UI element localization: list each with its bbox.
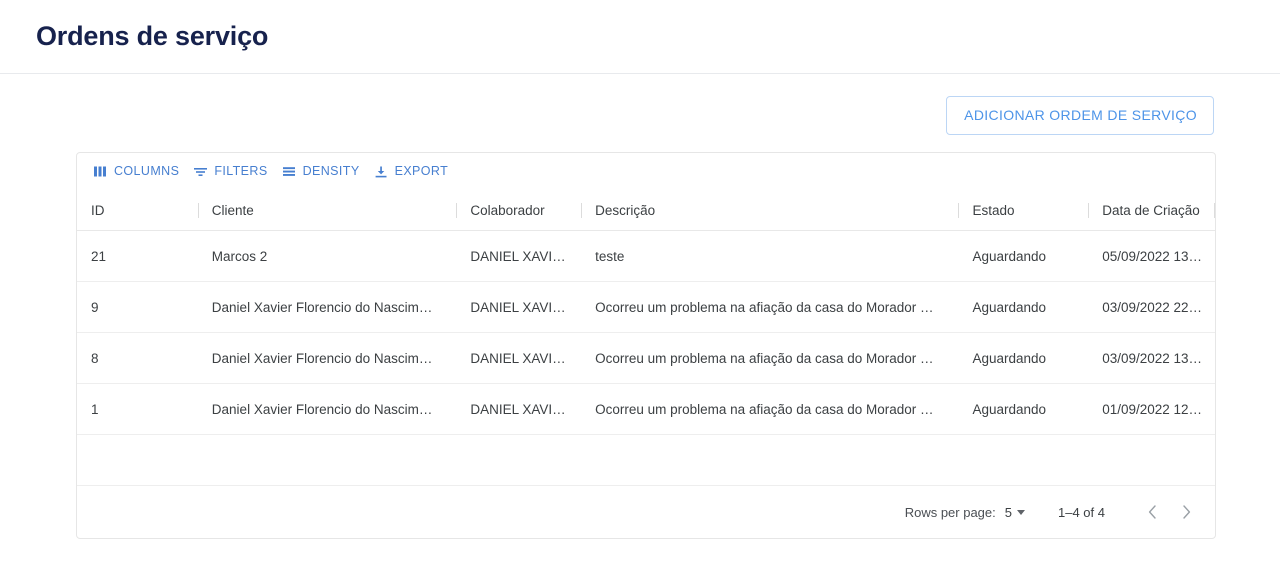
- pagination-range-label: 1–4 of 4: [1058, 504, 1105, 520]
- page-header: Ordens de serviço: [0, 0, 1280, 74]
- export-icon: [374, 164, 389, 179]
- chevron-down-icon: [1017, 509, 1025, 515]
- cell-colaborador: DANIEL XAVI…: [470, 350, 566, 366]
- cell-data: 03/09/2022 13…: [1102, 350, 1203, 366]
- table-row[interactable]: 21 Marcos 2 DANIEL XAVI… teste Aguardand…: [77, 231, 1215, 282]
- table-row-empty: [77, 435, 1215, 486]
- density-icon: [282, 164, 297, 179]
- cell-id: 9: [91, 299, 99, 315]
- cell-descricao: Ocorreu um problema na afiação da casa d…: [595, 350, 934, 366]
- cell-data: 01/09/2022 12…: [1102, 401, 1203, 417]
- columns-button[interactable]: COLUMNS: [86, 162, 186, 181]
- cell-estado: Aguardando: [972, 401, 1047, 417]
- cell-colaborador: DANIEL XAVI…: [470, 401, 566, 417]
- grid-pagination: Rows per page: 5 1–4 of 4: [77, 486, 1215, 538]
- cell-descricao: teste: [595, 248, 625, 264]
- column-header-id[interactable]: ID: [77, 203, 198, 218]
- column-header-descricao[interactable]: Descrição: [581, 203, 958, 218]
- rows-per-page-label: Rows per page:: [904, 504, 996, 520]
- filters-button[interactable]: FILTERS: [186, 162, 274, 181]
- grid-toolbar: COLUMNS FILTERS DENSITY EXPORT: [77, 153, 1215, 190]
- cell-id: 21: [91, 248, 107, 264]
- columns-icon: [93, 164, 108, 179]
- table-row[interactable]: 8 Daniel Xavier Florencio do Nascim… DAN…: [77, 333, 1215, 384]
- density-button[interactable]: DENSITY: [275, 162, 367, 181]
- rows-per-page-select[interactable]: 5: [1005, 505, 1025, 520]
- columns-button-label: COLUMNS: [114, 164, 180, 179]
- add-service-order-button[interactable]: ADICIONAR ORDEM DE SERVIÇO: [946, 96, 1214, 135]
- chevron-left-icon: [1148, 505, 1156, 519]
- cell-cliente: Daniel Xavier Florencio do Nascim…: [211, 350, 433, 366]
- column-header-colaborador[interactable]: Colaborador: [456, 203, 581, 218]
- export-button-label: EXPORT: [394, 164, 449, 179]
- cell-cliente: Daniel Xavier Florencio do Nascim…: [211, 299, 433, 315]
- cell-data: 03/09/2022 22…: [1102, 299, 1203, 315]
- cell-colaborador: DANIEL XAVI…: [470, 248, 566, 264]
- cell-data: 05/09/2022 13…: [1102, 248, 1203, 264]
- page-title: Ordens de serviço: [36, 21, 269, 51]
- data-grid: COLUMNS FILTERS DENSITY EXPORT ID Client…: [76, 152, 1216, 539]
- cell-estado: Aguardando: [972, 350, 1047, 366]
- cell-cliente: Marcos 2: [211, 248, 268, 264]
- table-row[interactable]: 9 Daniel Xavier Florencio do Nascim… DAN…: [77, 282, 1215, 333]
- column-header-data-de-criacao[interactable]: Data de Criação: [1088, 203, 1215, 218]
- grid-header-row: ID Cliente Colaborador Descrição Estado …: [77, 190, 1215, 231]
- next-page-button[interactable]: [1169, 495, 1203, 529]
- export-button[interactable]: EXPORT: [367, 162, 456, 181]
- cell-id: 8: [91, 350, 99, 366]
- rows-per-page-value: 5: [1004, 504, 1012, 520]
- page-root: Ordens de serviço ADICIONAR ORDEM DE SER…: [0, 0, 1280, 587]
- action-bar: ADICIONAR ORDEM DE SERVIÇO: [0, 74, 1280, 135]
- cell-estado: Aguardando: [972, 299, 1047, 315]
- filters-icon: [193, 164, 208, 179]
- cell-descricao: Ocorreu um problema na afiação da casa d…: [595, 401, 934, 417]
- chevron-right-icon: [1182, 505, 1190, 519]
- cell-cliente: Daniel Xavier Florencio do Nascim…: [211, 401, 433, 417]
- column-header-estado[interactable]: Estado: [958, 203, 1088, 218]
- cell-descricao: Ocorreu um problema na afiação da casa d…: [595, 299, 934, 315]
- density-button-label: DENSITY: [302, 164, 360, 179]
- cell-colaborador: DANIEL XAVI…: [470, 299, 566, 315]
- previous-page-button[interactable]: [1135, 495, 1169, 529]
- cell-estado: Aguardando: [972, 248, 1047, 264]
- cell-id: 1: [91, 401, 99, 417]
- table-row[interactable]: 1 Daniel Xavier Florencio do Nascim… DAN…: [77, 384, 1215, 435]
- column-header-cliente[interactable]: Cliente: [198, 203, 457, 218]
- filters-button-label: FILTERS: [214, 164, 268, 179]
